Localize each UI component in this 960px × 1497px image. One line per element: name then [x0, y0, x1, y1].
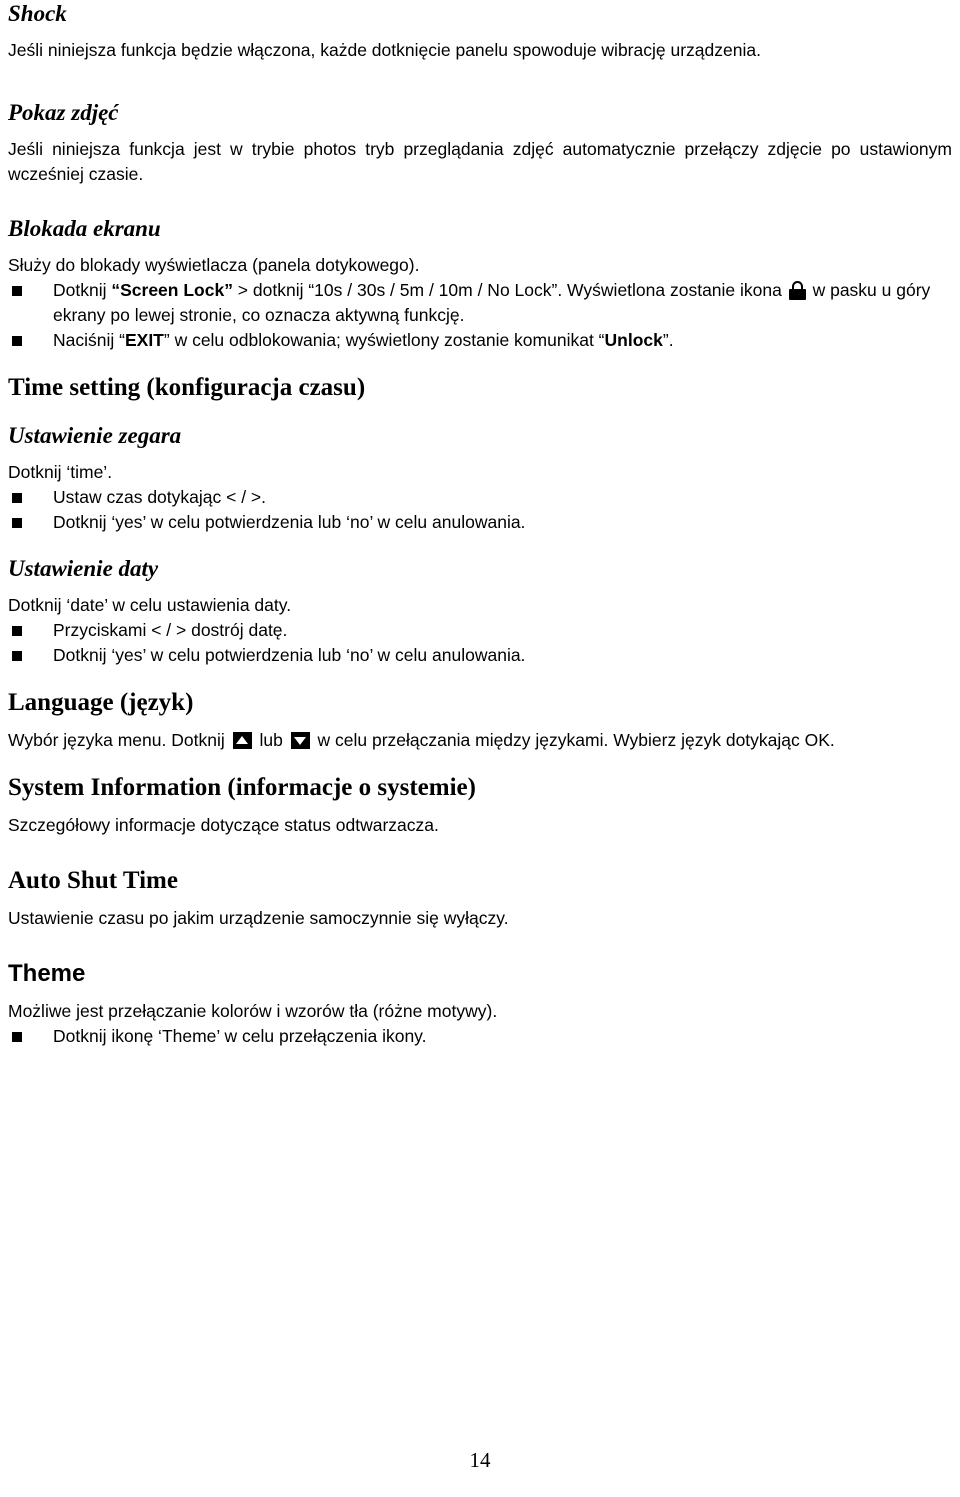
heading-system-information: System Information (informacje o systemi… [8, 774, 476, 801]
paragraph-pokaz-zdjec: Jeśli niniejsza funkcja jest w trybie ph… [8, 139, 952, 184]
list-item: Przyciskami < / > dostrój datę. [8, 618, 952, 643]
bullet-square-icon [12, 626, 22, 636]
bullet-list-ustawienie-zegara: Ustaw czas dotykając < / >. Dotknij ‘yes… [8, 485, 952, 535]
heading-shock: Shock [8, 1, 67, 26]
heading-auto-shut-time: Auto Shut Time [8, 867, 178, 894]
bullet-square-icon [12, 336, 22, 346]
heading-ustawienie-zegara: Ustawienie zegara [8, 423, 182, 448]
paragraph-shock: Jeśli niniejsza funkcja będzie włączona,… [8, 40, 761, 60]
heading-blokada-ekranu: Blokada ekranu [8, 216, 161, 241]
heading-pokaz-zdjec: Pokaz zdjęć [8, 100, 119, 125]
list-item: Ustaw czas dotykając < / >. [8, 485, 952, 510]
bullet-text-mid: > dotknij [232, 280, 309, 300]
bullet-text-screen-lock: “Screen Lock” [111, 280, 233, 300]
bullet-text: Ustaw czas dotykając < / >. [53, 487, 267, 507]
bullet-list-blokada-ekranu: Dotknij “Screen Lock” > dotknij “10s / 3… [8, 278, 952, 353]
bullet-text-lead: Dotknij [53, 280, 112, 300]
bullet-text-after-options: . Wyświetlona zostanie ikona [557, 280, 787, 300]
bullet-text: Dotknij ikonę ‘Theme’ w celu przełączeni… [53, 1026, 427, 1046]
triangle-down-icon [290, 732, 310, 749]
page-number: 14 [469, 1448, 491, 1472]
list-item: Dotknij ikonę ‘Theme’ w celu przełączeni… [8, 1024, 952, 1049]
bullet-text: Dotknij ‘yes’ w celu potwierdzenia lub ‘… [53, 512, 526, 532]
bullet-list-ustawienie-daty: Przyciskami < / > dostrój datę. Dotknij … [8, 618, 952, 668]
bullet-text-unlock: Unlock [604, 330, 663, 350]
bullet-text-mid: w celu odblokowania; wyświetlony zostani… [169, 330, 599, 350]
bullet-square-icon [12, 493, 22, 503]
bullet-text-tail: . [668, 330, 674, 350]
heading-time-setting: Time setting (konfiguracja czasu) [8, 374, 366, 401]
bullet-text-options: 10s / 30s / 5m / 10m / No Lock [314, 280, 552, 300]
heading-language: Language (język) [8, 689, 194, 716]
bullet-square-icon [12, 651, 22, 661]
bullet-text-lead: Naciśnij [53, 330, 120, 350]
paragraph-ustawienie-zegara: Dotknij ‘time’. [8, 462, 113, 482]
page-content: Shock Jeśli niniejsza funkcja będzie włą… [8, 0, 952, 1049]
paragraph-ustawienie-daty: Dotknij ‘date’ w celu ustawienia daty. [8, 595, 292, 615]
heading-ustawienie-daty: Ustawienie daty [8, 556, 159, 581]
document-page: Shock Jeśli niniejsza funkcja będzie włą… [0, 0, 960, 1497]
language-text-lead: Wybór języka menu. Dotknij [8, 730, 230, 750]
bullet-text: Dotknij ‘yes’ w celu potwierdzenia lub ‘… [53, 645, 526, 665]
language-text-tail: w celu przełączania między językami. Wyb… [312, 730, 835, 750]
paragraph-language: Wybór języka menu. Dotknij lub w celu pr… [8, 728, 952, 753]
paragraph-blokada-ekranu: Służy do blokady wyświetlacza (panela do… [8, 255, 420, 275]
bullet-square-icon [12, 518, 22, 528]
bullet-text-exit: EXIT [124, 330, 164, 350]
paragraph-auto-shut-time: Ustawienie czasu po jakim urządzenie sam… [8, 908, 509, 928]
paragraph-system-information: Szczegółowy informacje dotyczące status … [8, 815, 439, 835]
list-item: Dotknij “Screen Lock” > dotknij “10s / 3… [8, 278, 952, 328]
list-item: Naciśnij “EXIT” w celu odblokowania; wyś… [8, 328, 952, 353]
bullet-text: Przyciskami < / > dostrój datę. [53, 620, 288, 640]
heading-theme: Theme [8, 960, 86, 987]
list-item: Dotknij ‘yes’ w celu potwierdzenia lub ‘… [8, 510, 952, 535]
list-item: Dotknij ‘yes’ w celu potwierdzenia lub ‘… [8, 643, 952, 668]
triangle-up-icon [232, 732, 252, 749]
paragraph-theme: Możliwe jest przełączanie kolorów i wzor… [8, 1001, 498, 1021]
bullet-square-icon [12, 1032, 22, 1042]
bullet-square-icon [12, 286, 22, 296]
lock-icon [788, 281, 806, 300]
language-text-mid: lub [254, 730, 288, 750]
bullet-list-theme: Dotknij ikonę ‘Theme’ w celu przełączeni… [8, 1024, 952, 1049]
